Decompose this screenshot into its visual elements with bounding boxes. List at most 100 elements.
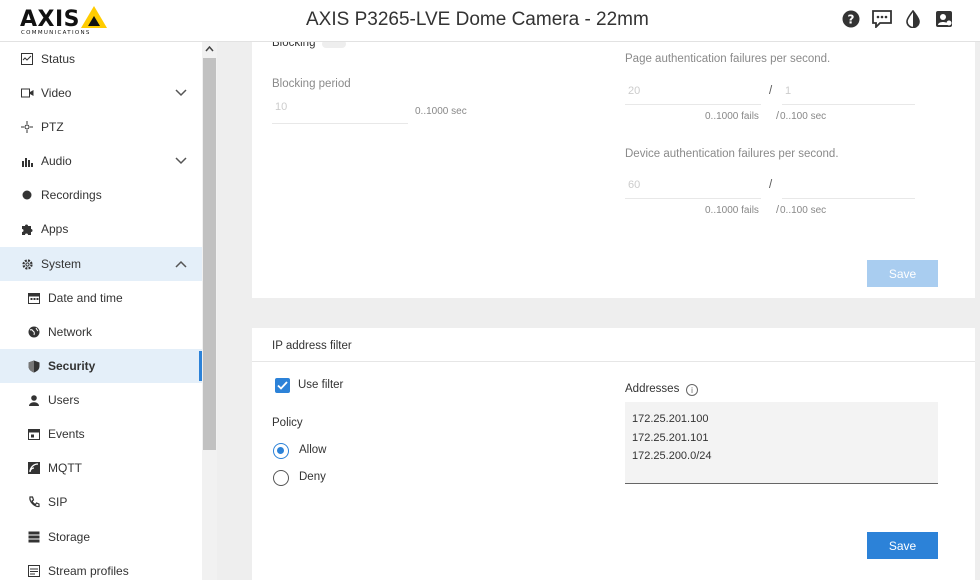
sip-icon <box>27 495 41 509</box>
policy-allow-radio[interactable] <box>273 443 289 459</box>
sidebar-item-label: System <box>41 257 82 271</box>
use-filter-checkbox[interactable] <box>275 378 290 393</box>
logo-triangle-inner <box>88 16 100 26</box>
sidebar-item-ptz[interactable]: PTZ <box>0 110 202 144</box>
calendar-icon <box>27 291 41 305</box>
sidebar-item-label: Apps <box>41 222 69 236</box>
sidebar-item-label: Security <box>48 359 96 373</box>
policy-deny-label: Deny <box>299 471 326 483</box>
page-title: AXIS P3265-LVE Dome Camera - 22mm <box>306 9 649 30</box>
ip-filter-card: IP address filter Use filter Policy Allo… <box>252 328 975 580</box>
blocking-period-hint: 0..1000 sec <box>415 106 467 117</box>
sidebar-item-label: Status <box>41 52 76 66</box>
user-icon <box>27 393 41 407</box>
device-auth-label: Device authentication failures per secon… <box>625 148 839 160</box>
sidebar-item-label: Video <box>41 86 72 100</box>
page-auth-secs-input[interactable]: 1 <box>782 82 915 105</box>
sidebar-item-label: MQTT <box>48 461 82 475</box>
check-icon <box>277 381 288 390</box>
sidebar-item-label: Recordings <box>41 188 102 202</box>
chevron-down-icon[interactable] <box>174 86 188 100</box>
device-auth-secs-hint: 0..100 sec <box>780 205 827 216</box>
gear-icon <box>20 257 34 271</box>
addresses-label: Addresses <box>625 383 680 395</box>
device-auth-separator: / <box>769 179 773 191</box>
stream-icon <box>27 564 41 578</box>
sidebar-item-sip[interactable]: SIP <box>0 485 202 519</box>
ip-filter-title: IP address filter <box>272 340 352 352</box>
recordings-icon <box>20 188 34 202</box>
device-auth-fails-input[interactable]: 60 <box>625 176 761 199</box>
page-auth-fails-input[interactable]: 20 <box>625 82 761 105</box>
blocking-period-label: Blocking period <box>272 78 351 90</box>
globe-icon <box>27 325 41 339</box>
sidebar-item-events[interactable]: Events <box>0 417 202 451</box>
device-auth-fails-hint: 0..1000 fails <box>705 205 759 216</box>
apps-icon <box>20 222 34 236</box>
use-filter-label: Use filter <box>298 379 344 391</box>
events-icon <box>27 427 41 441</box>
sidebar-item-label: Network <box>48 325 93 339</box>
policy-label: Policy <box>272 417 303 429</box>
sidebar-item-security[interactable]: Security <box>0 349 202 383</box>
chevron-up-icon[interactable] <box>174 257 188 271</box>
sidebar-item-apps[interactable]: Apps <box>0 212 202 246</box>
brute-force-card: Blocking Blocking period 10 0..1000 sec … <box>252 37 975 298</box>
sidebar-item-network[interactable]: Network <box>0 315 202 349</box>
scroll-up-arrow-icon[interactable] <box>202 42 217 56</box>
sidebar-scrollbar[interactable] <box>202 42 217 580</box>
sidebar-item-status[interactable]: Status <box>0 42 202 76</box>
help-icon[interactable]: ? <box>841 9 861 29</box>
brute-force-save-button[interactable]: Save <box>867 260 938 287</box>
sidebar-item-mqtt[interactable]: MQTT <box>0 451 202 485</box>
addresses-textarea[interactable]: 172.25.201.100 172.25.201.101 172.25.200… <box>625 402 938 484</box>
sidebar-item-label: SIP <box>48 495 68 509</box>
feedback-icon[interactable] <box>872 9 892 29</box>
address-line: 172.25.201.101 <box>632 431 709 444</box>
sidebar-item-audio[interactable]: Audio <box>0 144 202 178</box>
info-icon[interactable]: i <box>686 384 698 396</box>
page-auth-secs-hint: 0..100 sec <box>780 111 827 122</box>
sidebar-item-system[interactable]: System <box>0 247 202 281</box>
address-line: 172.25.201.100 <box>632 413 709 425</box>
mqtt-icon <box>27 461 41 475</box>
page-auth-label: Page authentication failures per second. <box>625 53 831 65</box>
sidebar-item-label: Date and time <box>48 291 123 305</box>
sidebar-item-users[interactable]: Users <box>0 383 202 417</box>
page-auth-hint-separator: / <box>776 110 780 122</box>
blocking-period-input[interactable]: 10 <box>272 98 408 124</box>
sidebar-item-label: Storage <box>48 530 91 544</box>
chevron-down-icon[interactable] <box>174 154 188 168</box>
sidebar-item-label: Events <box>48 427 85 441</box>
sidebar-item-label: PTZ <box>41 120 64 134</box>
logo-subtitle: COMMUNICATIONS <box>21 30 91 36</box>
status-icon <box>20 52 34 66</box>
sidebar-item-recordings[interactable]: Recordings <box>0 178 202 212</box>
policy-allow-label: Allow <box>299 444 327 456</box>
scrollbar-thumb[interactable] <box>203 58 216 450</box>
sidebar-item-storage[interactable]: Storage <box>0 520 202 554</box>
policy-deny-radio[interactable] <box>273 470 289 486</box>
address-line: 172.25.200.0/24 <box>632 450 712 462</box>
device-auth-hint-separator: / <box>776 204 780 216</box>
main-content: Blocking Blocking period 10 0..1000 sec … <box>217 37 980 580</box>
sidebar-item-label: Stream profiles <box>48 564 129 578</box>
page-auth-fails-hint: 0..1000 fails <box>705 111 759 122</box>
ip-filter-save-button[interactable]: Save <box>867 532 938 559</box>
sidebar-item-video[interactable]: Video <box>0 76 202 110</box>
ptz-icon <box>20 120 34 134</box>
axis-logo[interactable]: AXIS COMMUNICATIONS <box>20 4 110 38</box>
sidebar-nav: Status Video PTZ Audio Recordings Apps S… <box>0 42 202 580</box>
storage-icon <box>27 530 41 544</box>
shield-icon <box>27 359 41 373</box>
svg-text:?: ? <box>848 13 855 27</box>
contrast-icon[interactable] <box>903 9 923 29</box>
user-account-icon[interactable] <box>934 9 954 29</box>
device-auth-secs-input[interactable] <box>782 176 915 199</box>
sidebar-item-label: Users <box>48 393 80 407</box>
logo-word: AXIS <box>20 7 81 32</box>
sidebar-item-date-and-time[interactable]: Date and time <box>0 281 202 315</box>
sidebar-item-stream-profiles[interactable]: Stream profiles <box>0 554 202 580</box>
audio-icon <box>20 154 34 168</box>
video-icon <box>20 86 34 100</box>
